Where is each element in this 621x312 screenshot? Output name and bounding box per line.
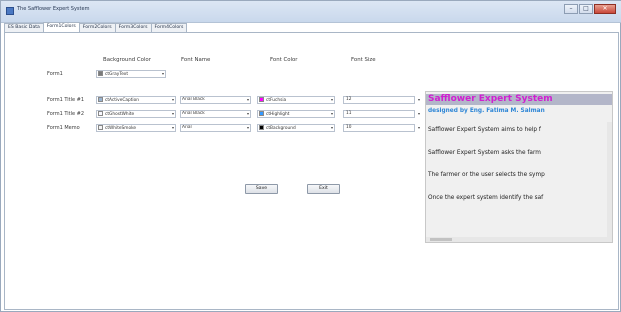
vertical-scrollbar[interactable]	[607, 122, 612, 238]
chevron-down-icon: ▾	[330, 111, 333, 116]
row-label-memo: Form1 Memo	[47, 125, 80, 131]
chevron-down-icon[interactable]: ▾	[418, 97, 420, 102]
title2-font-color-select[interactable]: ctHighlight ▾	[257, 110, 335, 118]
chevron-down-icon[interactable]: ▾	[418, 125, 420, 130]
app-window: The Safflower Expert System – □ ✕ ES Bas…	[0, 0, 621, 312]
title1-bg-color-value: ctActiveCaption	[105, 98, 139, 103]
color-swatch	[259, 97, 264, 102]
form1-bg-color-select[interactable]: ctGrayText ▾	[96, 70, 166, 78]
preview-memo-line: The farmer or the user selects the symp	[428, 172, 545, 178]
header-font-name: Font Name	[181, 57, 211, 63]
header-background-color: Background Color	[103, 57, 151, 63]
save-button[interactable]: Save	[245, 184, 278, 194]
memo-bg-color-select[interactable]: ctWhiteSmoke ▾	[96, 124, 176, 132]
memo-font-color-select[interactable]: ctBackground ▾	[257, 124, 335, 132]
memo-font-name-value: Arial	[182, 125, 192, 130]
preview-memo-line: Safflower Expert System aims to help f	[428, 127, 541, 133]
title1-font-name-value: Arial Black	[182, 97, 205, 102]
chevron-down-icon: ▾	[161, 71, 164, 76]
tab-form4colors[interactable]: Form4Colors	[150, 23, 188, 32]
scroll-thumb[interactable]	[430, 238, 452, 241]
color-swatch	[259, 111, 264, 116]
header-font-color: Font Color	[270, 57, 298, 63]
row-label-title2: Form1 Title #2	[47, 111, 85, 117]
chevron-down-icon: ▾	[246, 125, 249, 130]
title2-bg-color-value: ctGhostWhite	[105, 112, 135, 117]
header-font-size: Font Size	[351, 57, 376, 63]
title2-font-size-input[interactable]: 11	[343, 110, 415, 118]
title1-font-size-input[interactable]: 12	[343, 96, 415, 104]
minimize-button[interactable]: –	[564, 4, 578, 14]
maximize-button[interactable]: □	[579, 4, 593, 14]
tab-form3colors[interactable]: Form3Colors	[114, 23, 152, 32]
tab-es-basic-data[interactable]: ES Basic Data	[4, 23, 44, 32]
window-controls: – □ ✕	[564, 4, 616, 14]
chevron-down-icon: ▾	[330, 97, 333, 102]
title2-font-color-value: ctHighlight	[266, 112, 290, 117]
memo-font-color-value: ctBackground	[266, 126, 296, 131]
title2-font-name-value: Arial Black	[182, 111, 205, 116]
preview-memo-line: Once the expert system identify the saf	[428, 195, 544, 201]
memo-bg-color-value: ctWhiteSmoke	[105, 126, 137, 131]
title-bar: The Safflower Expert System – □ ✕	[1, 1, 621, 23]
tab-form1colors[interactable]: Form1Colors	[42, 22, 80, 32]
title1-font-color-select[interactable]: ctFuchsia ▾	[257, 96, 335, 104]
form1-bg-color-value: ctGrayText	[105, 72, 129, 77]
title2-bg-color-select[interactable]: ctGhostWhite ▾	[96, 110, 176, 118]
preview-title: Safflower Expert System	[426, 94, 612, 105]
tab-form2colors[interactable]: Form2Colors	[78, 23, 116, 32]
tab-bar: ES Basic Data Form1Colors Form2Colors Fo…	[4, 22, 188, 32]
color-swatch	[98, 111, 103, 116]
color-swatch	[259, 125, 264, 130]
row-label-form1: Form1	[47, 71, 63, 77]
app-icon	[6, 7, 14, 15]
close-button[interactable]: ✕	[594, 4, 616, 14]
preview-panel: Safflower Expert System designed by Eng.…	[425, 91, 613, 243]
title1-font-name-select[interactable]: Arial Black ▾	[180, 96, 251, 104]
chevron-down-icon: ▾	[246, 97, 249, 102]
color-swatch	[98, 125, 103, 130]
chevron-down-icon[interactable]: ▾	[418, 111, 420, 116]
color-swatch	[98, 71, 103, 76]
chevron-down-icon: ▾	[171, 111, 174, 116]
chevron-down-icon: ▾	[330, 125, 333, 130]
row-label-title1: Form1 Title #1	[47, 97, 85, 103]
exit-button[interactable]: Exit	[307, 184, 340, 194]
memo-font-size-input[interactable]: 10	[343, 124, 415, 132]
title1-bg-color-select[interactable]: ctActiveCaption ▾	[96, 96, 176, 104]
title2-font-size-value: 11	[346, 111, 352, 116]
horizontal-scrollbar[interactable]	[426, 237, 612, 242]
window-title: The Safflower Expert System	[17, 6, 90, 12]
title2-font-name-select[interactable]: Arial Black ▾	[180, 110, 251, 118]
chevron-down-icon: ▾	[171, 125, 174, 130]
chevron-down-icon: ▾	[246, 111, 249, 116]
title1-font-color-value: ctFuchsia	[266, 98, 287, 103]
preview-memo-line: Safflower Expert System asks the farm	[428, 150, 541, 156]
chevron-down-icon: ▾	[171, 97, 174, 102]
color-swatch	[98, 97, 103, 102]
title1-font-size-value: 12	[346, 97, 352, 102]
memo-font-size-value: 10	[346, 125, 352, 130]
memo-font-name-select[interactable]: Arial ▾	[180, 124, 251, 132]
preview-author: designed by Eng. Fatima M. Salman	[428, 108, 545, 114]
